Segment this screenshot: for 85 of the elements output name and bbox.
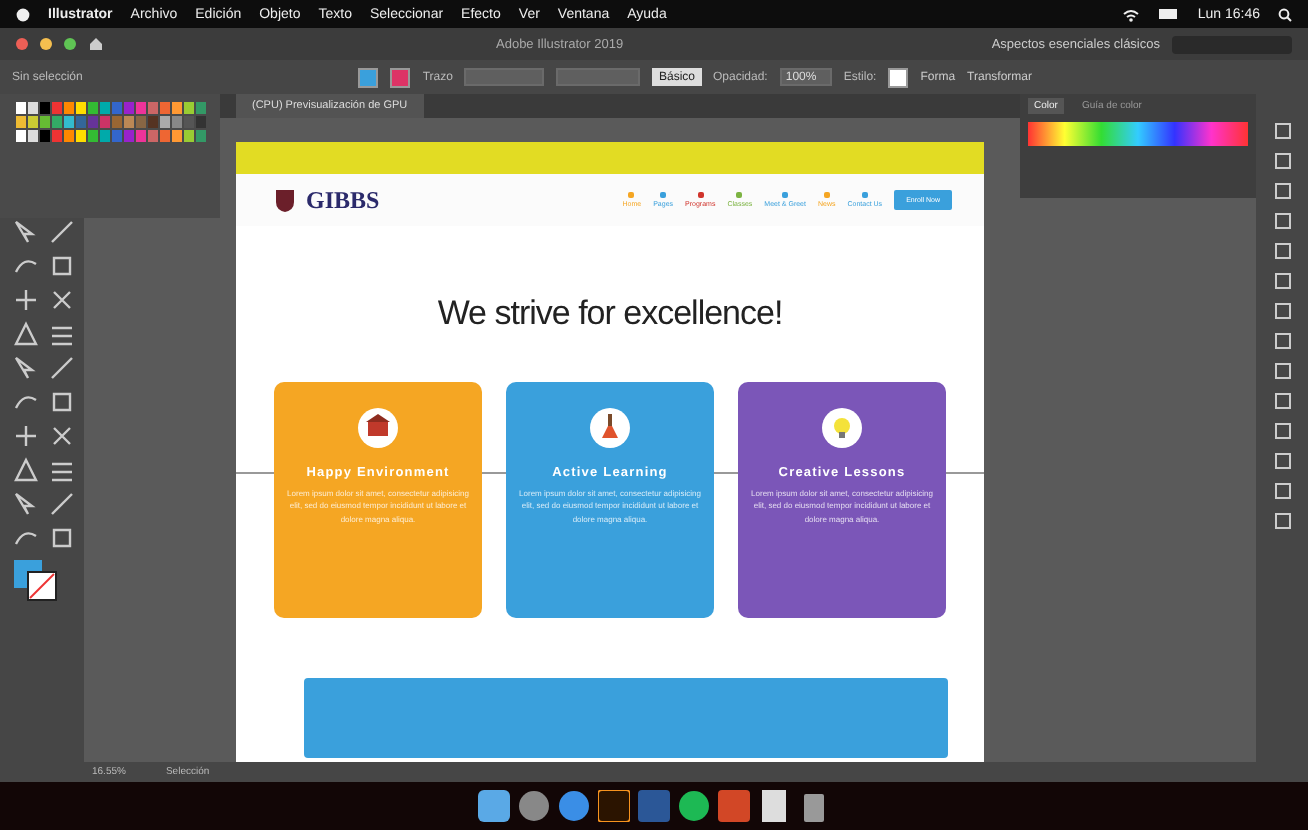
color-swatch[interactable] <box>172 102 182 114</box>
color-swatch[interactable] <box>136 116 146 128</box>
headline: We strive for excellence! <box>437 294 783 334</box>
tool-icon[interactable] <box>48 252 76 280</box>
tool-icon[interactable] <box>48 524 76 552</box>
zoom-button[interactable] <box>64 38 76 50</box>
color-swatch[interactable] <box>88 102 98 114</box>
color-swatch[interactable] <box>184 102 194 114</box>
battery-icon[interactable] <box>1157 8 1180 20</box>
tool-icon[interactable] <box>12 422 40 450</box>
color-swatch[interactable] <box>112 102 122 114</box>
school-icon <box>356 406 400 450</box>
tool-icon[interactable] <box>12 286 40 314</box>
color-swatch[interactable] <box>64 102 74 114</box>
color-spectrum[interactable] <box>1028 122 1248 146</box>
color-swatch[interactable] <box>100 102 110 114</box>
logo-text: GIBBS <box>306 185 380 215</box>
tool-icon[interactable] <box>12 456 40 484</box>
tool-icon[interactable] <box>48 490 76 518</box>
color-swatch[interactable] <box>184 130 194 142</box>
app-icon[interactable] <box>598 790 630 822</box>
home-icon[interactable] <box>88 36 104 52</box>
color-swatch[interactable] <box>100 116 110 128</box>
color-swatch[interactable] <box>88 116 98 128</box>
color-swatch[interactable] <box>64 130 74 142</box>
tool-icon[interactable] <box>48 286 76 314</box>
color-swatch[interactable] <box>64 116 74 128</box>
color-swatch[interactable] <box>124 102 134 114</box>
color-swatch[interactable] <box>172 116 182 128</box>
color-swatch[interactable] <box>76 102 86 114</box>
color-swatch[interactable] <box>160 102 170 114</box>
stroke-swatch[interactable] <box>390 67 411 87</box>
tool-icon[interactable] <box>48 388 76 416</box>
color-swatch[interactable] <box>16 130 26 142</box>
wifi-icon[interactable] <box>1121 7 1140 21</box>
color-swatch[interactable] <box>40 102 50 114</box>
color-swatch[interactable] <box>28 116 38 128</box>
minimize-button[interactable] <box>40 38 52 50</box>
tool-icon[interactable] <box>48 354 76 382</box>
color-swatch[interactable] <box>16 102 26 114</box>
tool-icon[interactable] <box>48 422 76 450</box>
tool-icon[interactable] <box>48 218 76 246</box>
search-icon[interactable] <box>1278 7 1292 21</box>
flask-icon <box>588 406 632 450</box>
color-swatch[interactable] <box>184 116 194 128</box>
color-swatch[interactable] <box>28 102 38 114</box>
tool-icon[interactable] <box>12 218 40 246</box>
color-swatch[interactable] <box>148 130 158 142</box>
compass-icon[interactable] <box>558 790 590 822</box>
color-swatch[interactable] <box>172 130 182 142</box>
file-icon[interactable] <box>758 790 790 822</box>
close-button[interactable] <box>16 38 28 50</box>
color-swatch[interactable] <box>52 116 62 128</box>
color-swatch[interactable] <box>16 116 26 128</box>
tool-icon[interactable] <box>12 354 40 382</box>
color-swatch[interactable] <box>28 130 38 142</box>
tool-icon[interactable] <box>12 320 40 348</box>
color-swatch[interactable] <box>40 130 50 142</box>
style-swatch[interactable] <box>888 67 909 87</box>
variable-width-field[interactable] <box>556 68 641 86</box>
color-swatch[interactable] <box>160 116 170 128</box>
color-swatch[interactable] <box>124 116 134 128</box>
fill-swatch[interactable] <box>358 67 379 87</box>
stroke-field[interactable] <box>464 68 545 86</box>
color-swatch[interactable] <box>112 130 122 142</box>
color-swatch[interactable] <box>160 130 170 142</box>
color-swatch[interactable] <box>196 130 206 142</box>
tool-icon[interactable] <box>12 490 40 518</box>
color-swatch[interactable] <box>76 130 86 142</box>
color-swatch[interactable] <box>88 130 98 142</box>
color-swatch[interactable] <box>76 116 86 128</box>
color-swatch[interactable] <box>52 102 62 114</box>
color-swatch[interactable] <box>196 116 206 128</box>
color-swatch[interactable] <box>136 102 146 114</box>
color-swatch[interactable] <box>52 130 62 142</box>
color-swatch[interactable] <box>136 130 146 142</box>
color-swatch[interactable] <box>40 116 50 128</box>
lightbulb-icon <box>820 406 864 450</box>
shield-icon <box>276 189 294 211</box>
color-swatch[interactable] <box>100 130 110 142</box>
color-swatch[interactable] <box>112 116 122 128</box>
color-swatch[interactable] <box>196 102 206 114</box>
color-swatch[interactable] <box>148 116 158 128</box>
color-swatch[interactable] <box>148 102 158 114</box>
color-swatch[interactable] <box>124 130 134 142</box>
